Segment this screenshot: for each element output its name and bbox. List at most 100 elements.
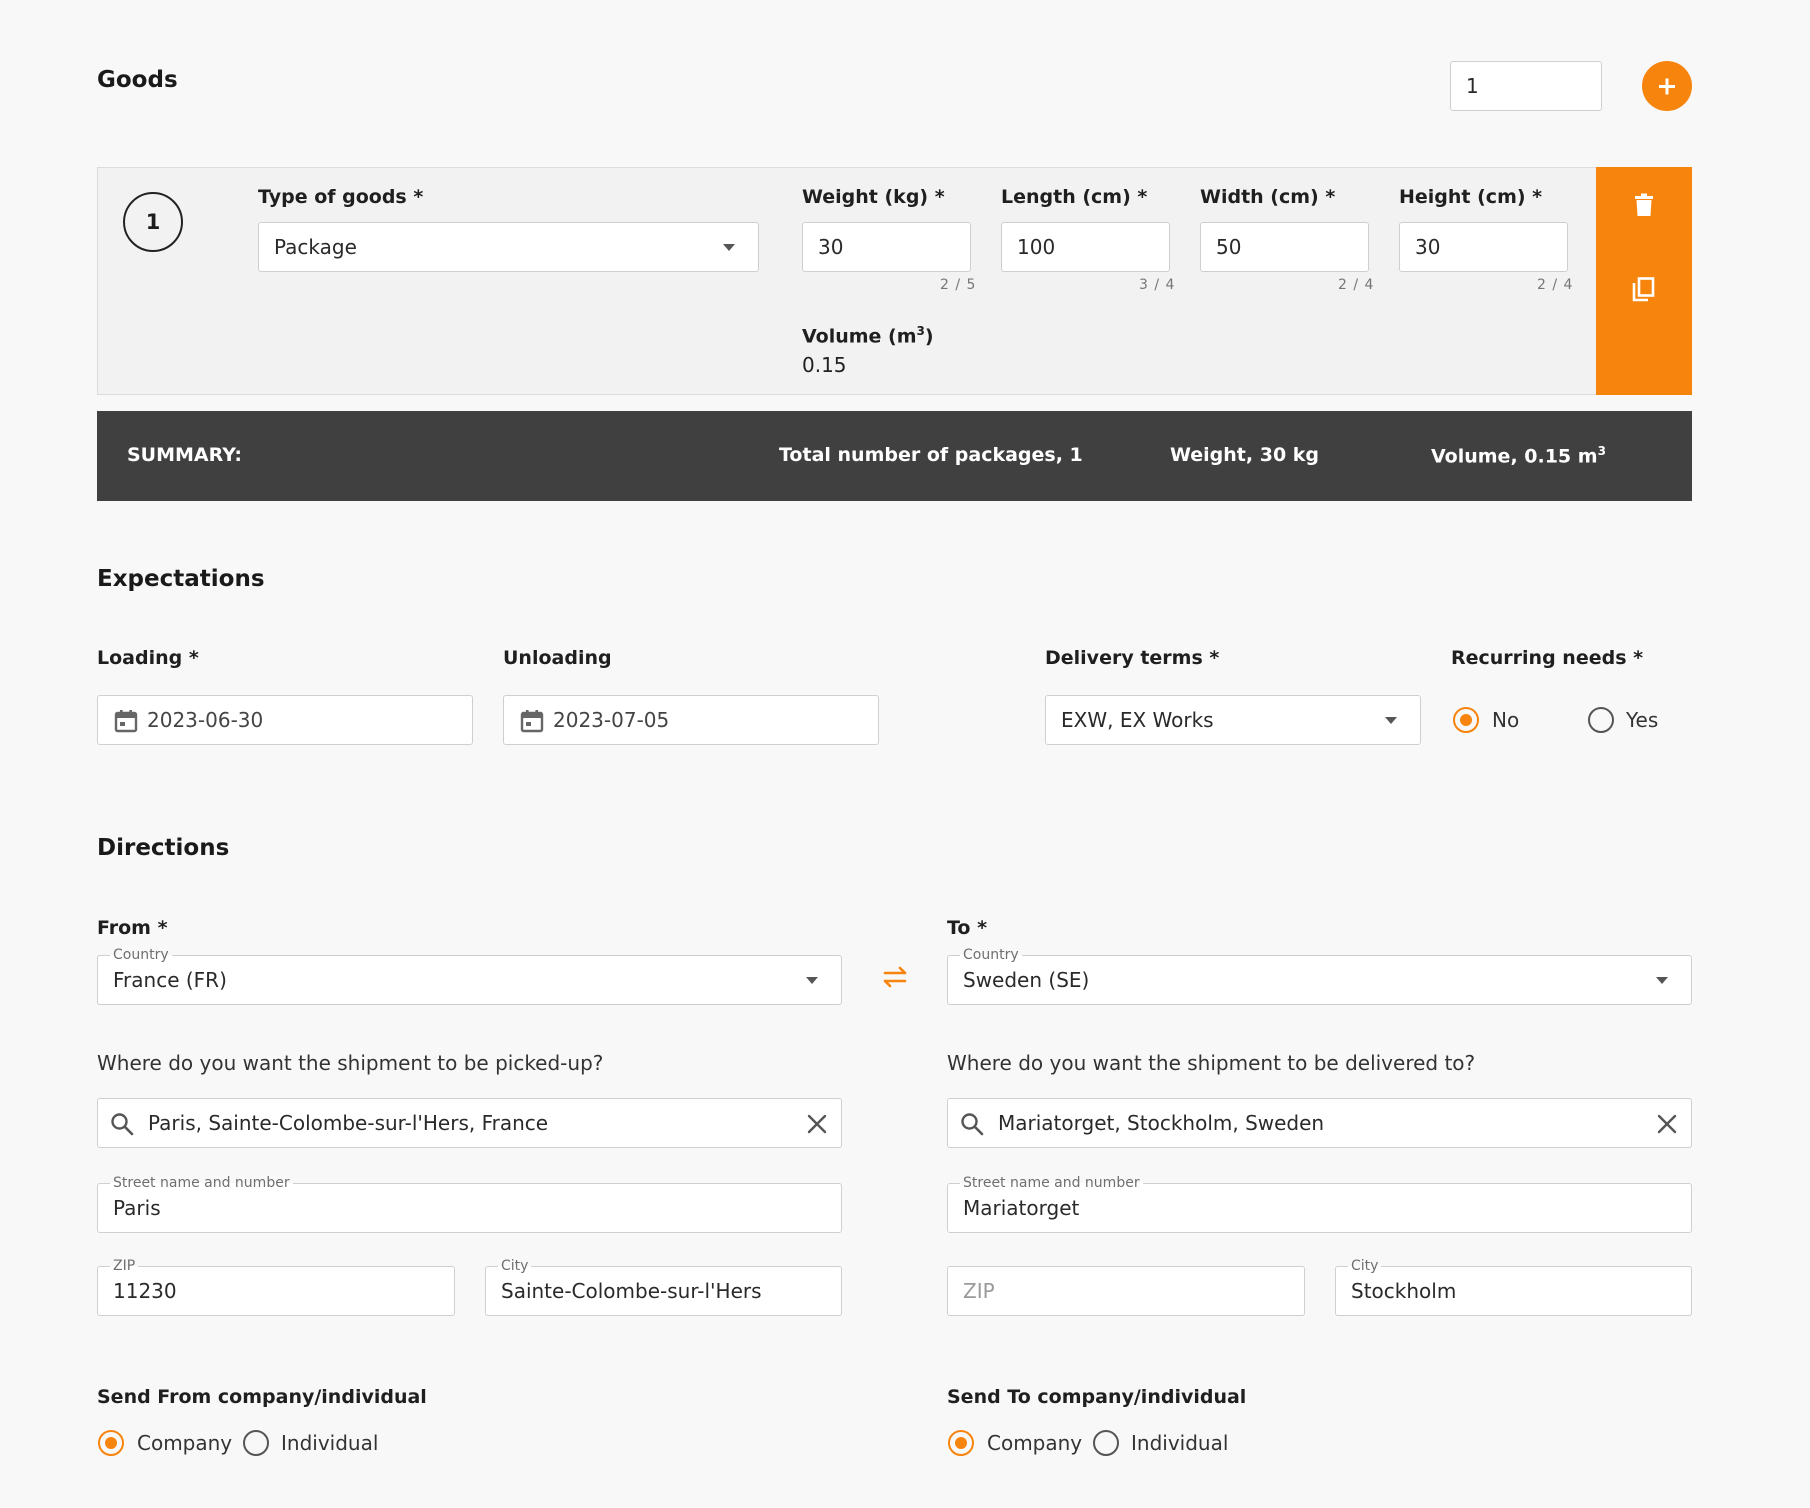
delivery-search-value: Mariatorget, Stockholm, Sweden [998, 1111, 1325, 1135]
recurring-no-label[interactable]: No [1492, 708, 1519, 732]
from-city-value: Sainte-Colombe-sur-l'Hers [501, 1279, 762, 1303]
to-country-value: Sweden (SE) [963, 968, 1090, 992]
delivery-terms-label: Delivery terms * [1045, 647, 1220, 669]
from-street-input[interactable]: Street name and number Paris [97, 1175, 842, 1233]
to-street-value: Mariatorget [963, 1196, 1080, 1220]
volume-label-close: ) [924, 325, 934, 348]
recurring-yes-radio[interactable] [1588, 707, 1614, 733]
plus-icon [1659, 78, 1675, 95]
to-city-value: Stockholm [1351, 1279, 1457, 1303]
goods-item-index: 1 [145, 210, 161, 234]
weight-input[interactable]: 30 [802, 222, 971, 272]
close-icon[interactable] [806, 1113, 828, 1135]
weight-label: Weight (kg) * [802, 186, 945, 208]
summary-volume-text: Volume, 0.15 m [1431, 445, 1598, 468]
send-to-company-radio[interactable] [948, 1430, 974, 1456]
width-input[interactable]: 50 [1200, 222, 1369, 272]
delivery-terms-select[interactable]: EXW, EX Works [1045, 695, 1421, 745]
to-label: To * [947, 917, 988, 939]
type-of-goods-value: Package [274, 235, 357, 259]
goods-count-value: 1 [1466, 74, 1479, 98]
search-icon [111, 1113, 134, 1136]
unloading-date-value: 2023-07-05 [553, 708, 670, 732]
loading-date-input[interactable]: 2023-06-30 [97, 695, 473, 745]
to-city-input[interactable]: City Stockholm [1335, 1258, 1692, 1316]
weight-char-counter: 2 / 5 [940, 277, 977, 293]
goods-title: Goods [97, 67, 178, 93]
send-to-label: Send To company/individual [947, 1386, 1247, 1408]
search-icon [961, 1113, 984, 1136]
send-from-individual-label[interactable]: Individual [281, 1431, 378, 1455]
from-country-value: France (FR) [113, 968, 227, 992]
height-label: Height (cm) * [1399, 186, 1543, 208]
unloading-label: Unloading [503, 647, 612, 669]
width-label: Width (cm) * [1200, 186, 1336, 208]
from-country-select[interactable]: Country France (FR) [97, 947, 842, 1005]
close-icon[interactable] [1656, 1113, 1678, 1135]
from-zip-input[interactable]: ZIP 11230 [97, 1258, 455, 1316]
swap-directions-button[interactable] [877, 962, 913, 992]
calendar-icon [114, 710, 138, 733]
weight-value: 30 [818, 235, 844, 259]
add-goods-button[interactable] [1642, 61, 1692, 111]
unloading-date-input[interactable]: 2023-07-05 [503, 695, 879, 745]
volume-label: Volume (m3) [802, 324, 934, 347]
chevron-down-icon [806, 977, 818, 984]
length-char-counter: 3 / 4 [1139, 277, 1176, 293]
type-of-goods-label: Type of goods * [258, 186, 424, 208]
recurring-needs-label: Recurring needs * [1451, 647, 1644, 669]
volume-value: 0.15 [802, 353, 847, 377]
delete-goods-button[interactable] [1624, 185, 1664, 225]
volume-label-sup: 3 [916, 324, 925, 338]
goods-item-index-badge: 1 [123, 192, 183, 252]
type-of-goods-select[interactable]: Package [258, 222, 759, 272]
goods-count-input[interactable]: 1 [1450, 61, 1602, 111]
to-zip-input[interactable]: ZIP [947, 1266, 1305, 1316]
recurring-no-radio[interactable] [1453, 707, 1479, 733]
from-street-value: Paris [113, 1196, 161, 1220]
from-city-input[interactable]: City Sainte-Colombe-sur-l'Hers [485, 1258, 842, 1316]
from-zip-value: 11230 [113, 1279, 177, 1303]
summary-volume-sup: 3 [1597, 444, 1606, 458]
copy-icon [1632, 277, 1655, 302]
calendar-icon [520, 710, 544, 733]
loading-date-value: 2023-06-30 [147, 708, 264, 732]
chevron-down-icon [723, 244, 735, 251]
chevron-down-icon [1656, 977, 1668, 984]
height-input[interactable]: 30 [1399, 222, 1568, 272]
pickup-search-input[interactable]: Paris, Sainte-Colombe-sur-l'Hers, France [97, 1098, 842, 1148]
pickup-search-value: Paris, Sainte-Colombe-sur-l'Hers, France [148, 1111, 549, 1135]
trash-icon [1635, 193, 1653, 216]
send-to-individual-radio[interactable] [1093, 1430, 1119, 1456]
chevron-down-icon [1385, 717, 1397, 724]
height-char-counter: 2 / 4 [1537, 277, 1574, 293]
volume-label-text: Volume (m [802, 325, 917, 348]
goods-item-actions [1596, 167, 1692, 395]
loading-label: Loading * [97, 647, 199, 669]
duplicate-goods-button[interactable] [1624, 270, 1664, 310]
summary-packages: Total number of packages, 1 [779, 444, 1083, 466]
directions-title: Directions [97, 835, 230, 861]
swap-arrows-icon [883, 966, 907, 988]
length-value: 100 [1017, 235, 1056, 259]
height-value: 30 [1415, 235, 1441, 259]
length-input[interactable]: 100 [1001, 222, 1170, 272]
send-to-individual-label[interactable]: Individual [1131, 1431, 1228, 1455]
send-to-company-label[interactable]: Company [987, 1431, 1082, 1455]
width-char-counter: 2 / 4 [1338, 277, 1375, 293]
send-from-company-radio[interactable] [98, 1430, 124, 1456]
send-from-company-label[interactable]: Company [137, 1431, 232, 1455]
recurring-yes-label[interactable]: Yes [1626, 708, 1658, 732]
width-value: 50 [1216, 235, 1242, 259]
pickup-question: Where do you want the shipment to be pic… [97, 1051, 604, 1075]
send-from-individual-radio[interactable] [243, 1430, 269, 1456]
to-zip-placeholder: ZIP [963, 1279, 995, 1303]
expectations-title: Expectations [97, 566, 265, 592]
to-country-select[interactable]: Country Sweden (SE) [947, 947, 1692, 1005]
summary-label: SUMMARY: [127, 444, 242, 466]
delivery-terms-value: EXW, EX Works [1061, 708, 1214, 732]
from-label: From * [97, 917, 168, 939]
to-street-input[interactable]: Street name and number Mariatorget [947, 1175, 1692, 1233]
delivery-search-input[interactable]: Mariatorget, Stockholm, Sweden [947, 1098, 1692, 1148]
summary-weight: Weight, 30 kg [1170, 444, 1320, 466]
